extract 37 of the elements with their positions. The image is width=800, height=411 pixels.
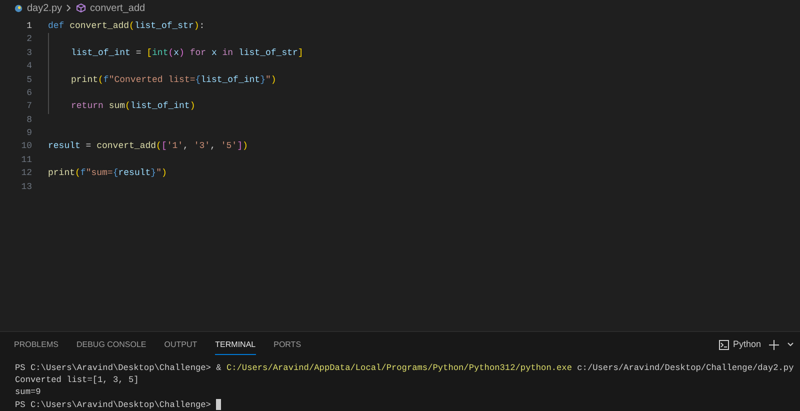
terminal-line: PS C:\Users\Aravind\Desktop\Challenge> & C:/Users/Aravind/AppData/Local/Programs/Python/Python312/python.exe c:/Users/Aravind/Desktop/Challenge/day2.py [15,362,794,374]
line-number: 9 [26,127,32,140]
breadcrumb-symbol[interactable]: convert_add [90,0,146,16]
line-number: 5 [26,74,32,87]
terminal-line: sum=9 [15,386,41,399]
line-number: 6 [26,86,32,100]
panel-tab[interactable]: TERMINAL [215,334,256,355]
panel-tab[interactable]: DEBUG CONSOLE [76,334,146,355]
chevron-right-icon [66,4,72,12]
terminal-icon [718,340,729,350]
breadcrumb-file[interactable]: day2.py [27,0,62,16]
line-number: 12 [20,167,32,180]
cube-icon [76,3,86,13]
line-number: 11 [20,154,32,167]
line-number: 8 [26,114,32,127]
chevron-down-icon[interactable] [787,342,794,348]
line-number: 13 [20,180,32,194]
python-file-icon [14,4,23,12]
panel-tab[interactable]: PROBLEMS [14,334,58,355]
code-line: print(f"Converted list={list_of_int}") [71,74,276,87]
terminal-line: Converted list=[1, 3, 5] [15,374,139,386]
panel-tab[interactable]: PORTS [274,334,302,355]
code-line: print(f"sum={result}") [48,167,167,180]
code-line: result = convert_add(['1', '3', '5']) [48,140,248,154]
panel-tab[interactable]: OUTPUT [164,334,198,355]
line-number: 3 [26,46,32,60]
line-number: 10 [20,140,32,154]
line-number: 2 [26,33,32,46]
plus-icon[interactable] [769,340,779,350]
code-line: return sum(list_of_int) [71,100,196,114]
line-number: 1 [26,20,32,33]
terminal-line: PS C:\Users\Aravind\Desktop\Challenge> [15,398,212,411]
terminal-profile-button[interactable]: Python [718,338,761,352]
line-number: 7 [26,100,32,114]
code-line: def convert_add(list_of_str): [48,20,205,33]
code-line: list_of_int = [int(x) for x in list_of_str] [71,46,304,60]
line-number: 4 [26,60,32,74]
